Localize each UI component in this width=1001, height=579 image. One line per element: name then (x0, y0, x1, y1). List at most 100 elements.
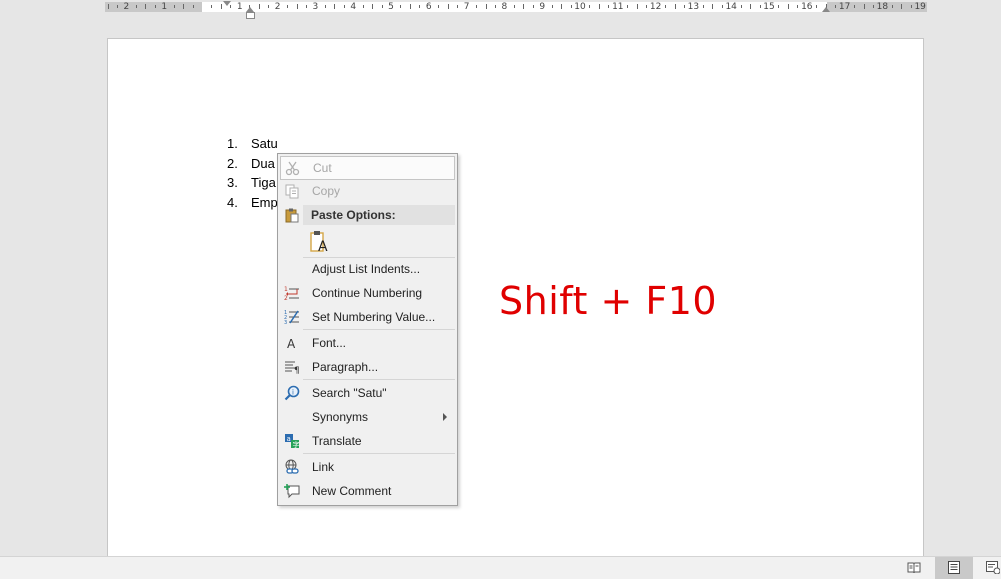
menu-item-label: Continue Numbering (312, 286, 423, 300)
ruler-tick (343, 5, 345, 8)
menu-item-label: Paragraph... (312, 360, 379, 374)
copy-icon (284, 183, 300, 199)
ruler-tick (551, 5, 553, 8)
ruler-tick (183, 4, 185, 9)
ruler-number: 15 (763, 2, 775, 12)
ruler-tick (447, 4, 449, 9)
ruler-tick (513, 5, 515, 8)
menu-item-label: Copy (312, 184, 341, 198)
status-bar (0, 556, 1001, 579)
ruler-number: 18 (876, 2, 889, 12)
context-menu: Cut Copy Paste Options: A Adjust List In… (277, 153, 458, 506)
menu-item-synonyms[interactable]: Synonyms (280, 406, 455, 428)
ruler-number: 5 (388, 2, 394, 12)
ruler-number: 19 (914, 2, 926, 12)
read-mode-icon (907, 561, 921, 579)
ruler-tick (665, 5, 667, 8)
ruler-number: 3 (312, 2, 319, 12)
ruler-number: 9 (539, 2, 546, 12)
menu-item-continue-numbering[interactable]: 12 Continue Numbering (280, 282, 455, 304)
ruler-number: 16 (801, 2, 813, 12)
shortcut-annotation: Shift + F10 (499, 279, 718, 323)
ruler-tick (324, 5, 326, 8)
ruler-number: 13 (687, 2, 700, 12)
right-indent-marker[interactable] (822, 7, 830, 12)
menu-item-copy[interactable]: Copy (280, 180, 455, 202)
keep-text-only-icon: A (310, 230, 332, 255)
ruler-tick (646, 5, 648, 8)
web-layout-icon (986, 561, 1001, 579)
ruler-tick (570, 5, 572, 8)
paste-options-label: Paste Options: (311, 208, 396, 222)
ruler-left-margin (105, 2, 202, 12)
ruler-tick (778, 5, 780, 8)
menu-item-label: Translate (312, 434, 362, 448)
paste-keep-text-only-button[interactable]: A (280, 228, 455, 256)
first-line-indent-marker[interactable] (223, 1, 231, 6)
ruler-tick (683, 5, 685, 8)
svg-text:A: A (287, 337, 296, 351)
translate-icon: a字 (284, 433, 300, 449)
menu-item-label: New Comment (312, 484, 392, 498)
menu-item-label: Cut (313, 161, 332, 175)
ruler-tick (854, 5, 856, 8)
list-number: 4. (227, 194, 238, 210)
menu-item-font[interactable]: A Font... (280, 332, 455, 354)
list-text: Satu (251, 136, 278, 151)
menu-item-translate[interactable]: a字 Translate (280, 430, 455, 452)
list-number: 3. (227, 175, 238, 190)
menu-item-adjust-list-indents[interactable]: Adjust List Indents... (280, 258, 455, 280)
menu-item-set-numbering-value[interactable]: 123 Set Numbering Value... (280, 306, 455, 328)
menu-item-link[interactable]: Link (280, 456, 455, 478)
read-mode-button[interactable] (899, 557, 929, 579)
menu-separator (303, 379, 455, 380)
ruler-number: 17 (838, 2, 851, 12)
font-icon: A (284, 335, 300, 351)
ruler-tick (372, 4, 374, 9)
ruler-number: 14 (725, 2, 737, 12)
ruler-tick (362, 5, 364, 8)
paste-options-header: Paste Options: (303, 205, 455, 225)
ruler-tick (192, 5, 194, 8)
ruler-tick (107, 4, 109, 9)
search-icon: i (284, 385, 300, 401)
svg-text:a: a (287, 435, 291, 443)
ruler-tick (712, 4, 714, 9)
left-indent-marker[interactable] (246, 12, 255, 19)
ruler-number: 10 (574, 2, 586, 12)
print-layout-icon (948, 561, 960, 579)
menu-item-label: Search "Satu" (312, 386, 387, 400)
ruler-number: 8 (501, 2, 508, 12)
ruler-number: 6 (425, 2, 432, 12)
list-text: Emp (251, 194, 278, 210)
menu-separator (303, 329, 455, 330)
ruler-tick (409, 4, 411, 9)
ruler-tick (135, 5, 137, 8)
web-layout-button[interactable] (980, 557, 1001, 579)
ruler-tick (608, 5, 610, 8)
menu-item-cut[interactable]: Cut (280, 156, 455, 180)
ruler-tick (636, 4, 638, 9)
menu-item-paragraph[interactable]: ¶ Paragraph... (280, 356, 455, 378)
ruler-tick (863, 4, 865, 9)
continue-numbering-icon: 12 (284, 285, 300, 302)
menu-item-new-comment[interactable]: New Comment (280, 480, 455, 502)
ruler-tick (220, 4, 222, 9)
link-icon (284, 459, 300, 475)
print-layout-button[interactable] (935, 557, 973, 579)
ruler-tick (287, 5, 289, 8)
ruler-tick (476, 5, 478, 8)
ruler-tick (910, 5, 912, 8)
ruler-tick (872, 5, 874, 8)
ruler-number: 4 (350, 2, 357, 12)
ruler-tick (759, 5, 761, 8)
menu-item-search[interactable]: i Search "Satu" (280, 382, 455, 404)
ruler-tick (457, 5, 459, 8)
scissors-icon (285, 160, 301, 176)
horizontal-ruler[interactable]: 2 1 1 2 3 4 5 6 7 8 9 10 11 12 13 14 15 16 17 18 19 (0, 0, 1001, 19)
list-text: Tiga (251, 175, 276, 190)
ruler-tick (740, 5, 742, 8)
ruler-tick (674, 4, 676, 9)
clipboard-icon (284, 207, 300, 223)
ruler-tick (494, 5, 496, 8)
